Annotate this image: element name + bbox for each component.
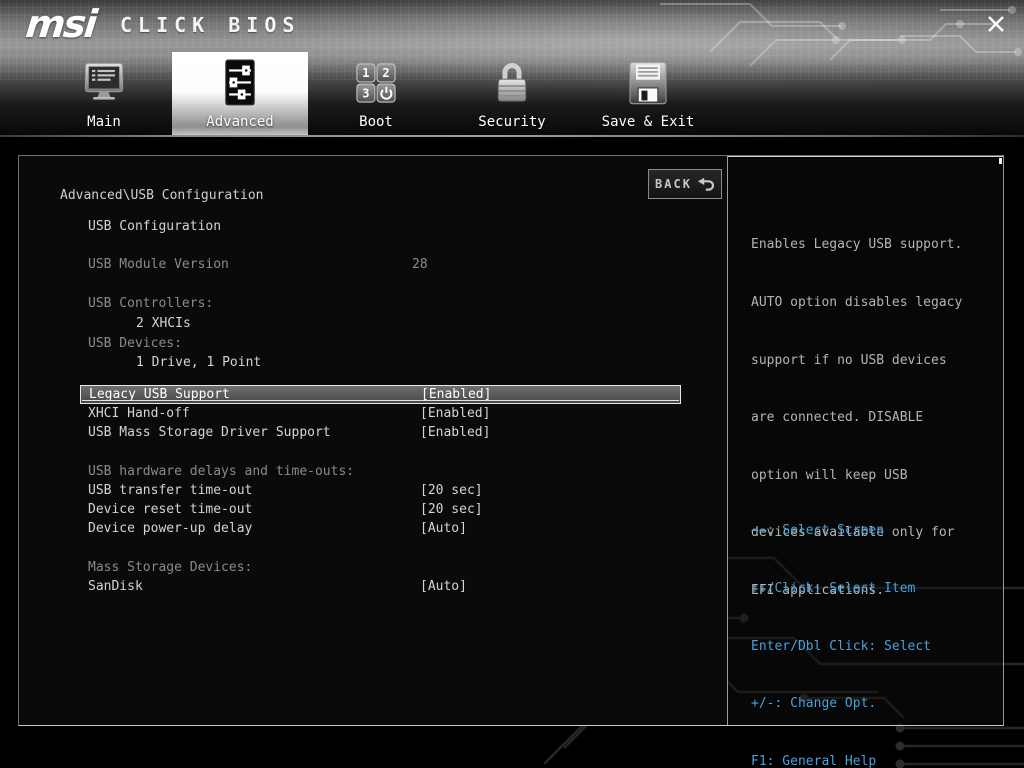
tab-label-main: Main [36, 114, 172, 130]
header-divider [0, 135, 1024, 137]
monitor-icon [80, 59, 128, 107]
setting-row-xhci-hand-off[interactable]: XHCI Hand-off [Enabled] [80, 404, 681, 423]
breadcrumb: Advanced\USB Configuration [60, 186, 264, 205]
info-label: USB Module Version [88, 255, 229, 274]
shortcut-line: Enter/Dbl Click: Select [751, 637, 931, 656]
group-label: Mass Storage Devices: [88, 558, 252, 577]
setting-value: [Enabled] [420, 423, 490, 442]
sliders-icon [216, 59, 264, 107]
info-value: 1 Drive, 1 Point [136, 353, 261, 372]
msi-logo: msi [24, 2, 98, 46]
setting-row-device-power-up-delay[interactable]: Device power-up delay [Auto] [80, 519, 681, 538]
setting-label: XHCI Hand-off [88, 404, 190, 423]
setting-row-usb-mass-storage-driver-support[interactable]: USB Mass Storage Driver Support [Enabled… [80, 423, 681, 442]
setting-label: Device reset time-out [88, 500, 252, 519]
spacer-row [80, 539, 681, 558]
tab-advanced[interactable]: Advanced [172, 52, 308, 135]
back-button-label: BACK [655, 177, 692, 191]
svg-text:2: 2 [382, 66, 389, 80]
section-title: USB Configuration [88, 217, 221, 236]
setting-label: Device power-up delay [88, 519, 252, 538]
setting-value: [20 sec] [420, 500, 483, 519]
return-arrow-icon [697, 177, 715, 192]
content-panel: Advanced\USB Configuration BACK USB Conf… [18, 155, 1004, 726]
tab-boot[interactable]: 1 2 3 Boot [308, 52, 444, 135]
setting-row-device-reset-time-out[interactable]: Device reset time-out [20 sec] [80, 500, 681, 519]
svg-text:1: 1 [362, 66, 369, 80]
boot-order-icon: 1 2 3 [352, 59, 400, 107]
setting-row-usb-transfer-time-out[interactable]: USB transfer time-out [20 sec] [80, 481, 681, 500]
group-heading-mass-storage-devices: Mass Storage Devices: [80, 558, 681, 577]
svg-text:3: 3 [362, 86, 369, 100]
info-value: 28 [412, 255, 428, 274]
title-bar: msi CLICK BIOS Main [0, 0, 1024, 137]
info-label: USB Controllers: [88, 294, 213, 313]
sidebar-scrollbar[interactable] [999, 158, 1002, 164]
setting-label: USB transfer time-out [88, 481, 252, 500]
tab-main[interactable]: Main [36, 52, 172, 135]
tab-save-exit[interactable]: Save & Exit [580, 52, 716, 135]
floppy-disk-icon [624, 59, 672, 107]
info-label: USB Devices: [88, 334, 182, 353]
help-line: Enables Legacy USB support. [751, 235, 962, 254]
tab-label-security: Security [444, 114, 580, 130]
help-line: are connected. DISABLE [751, 408, 962, 427]
help-sidebar: Enables Legacy USB support. AUTO option … [727, 156, 1003, 725]
setting-value: [Enabled] [420, 404, 490, 423]
shortcut-line: +/-: Change Opt. [751, 694, 931, 713]
setting-label: SanDisk [88, 577, 143, 596]
tab-security[interactable]: Security [444, 52, 580, 135]
close-icon[interactable] [984, 12, 1008, 36]
help-line: AUTO option disables legacy [751, 293, 962, 312]
group-heading-usb-hardware-delays: USB hardware delays and time-outs: [80, 462, 681, 481]
settings-list: Legacy USB Support [Enabled] XHCI Hand-o… [80, 385, 681, 596]
setting-label: Legacy USB Support [89, 385, 230, 404]
setting-label: USB Mass Storage Driver Support [88, 423, 331, 442]
setting-value: [20 sec] [420, 481, 483, 500]
bios-screen: { "window": { "close_icon": "✕" }, "bran… [0, 0, 1024, 768]
shortcut-line: ↑↓/Click: Select Item [751, 579, 931, 598]
settings-pane: Advanced\USB Configuration BACK USB Conf… [19, 156, 727, 725]
padlock-icon [488, 59, 536, 107]
shortcut-line: →←: Select Screen [751, 521, 931, 540]
tab-label-save-exit: Save & Exit [580, 114, 716, 130]
setting-row-legacy-usb-support[interactable]: Legacy USB Support [Enabled] [80, 385, 681, 404]
help-line: support if no USB devices [751, 351, 962, 370]
back-button[interactable]: BACK [648, 169, 722, 199]
spacer-row [80, 443, 681, 462]
setting-value: [Auto] [420, 577, 467, 596]
tab-label-advanced: Advanced [172, 114, 308, 130]
bios-menu-tabs: Main Advanced 1 [36, 52, 716, 135]
shortcut-key-legend: →←: Select Screen ↑↓/Click: Select Item … [751, 483, 931, 768]
setting-value: [Enabled] [421, 385, 491, 404]
click-bios-wordmark: CLICK BIOS [120, 13, 300, 37]
setting-value: [Auto] [420, 519, 467, 538]
tab-label-boot: Boot [308, 114, 444, 130]
info-value: 2 XHCIs [136, 314, 191, 333]
shortcut-line: F1: General Help [751, 752, 931, 768]
setting-row-sandisk[interactable]: SanDisk [Auto] [80, 577, 681, 596]
group-label: USB hardware delays and time-outs: [88, 462, 354, 481]
